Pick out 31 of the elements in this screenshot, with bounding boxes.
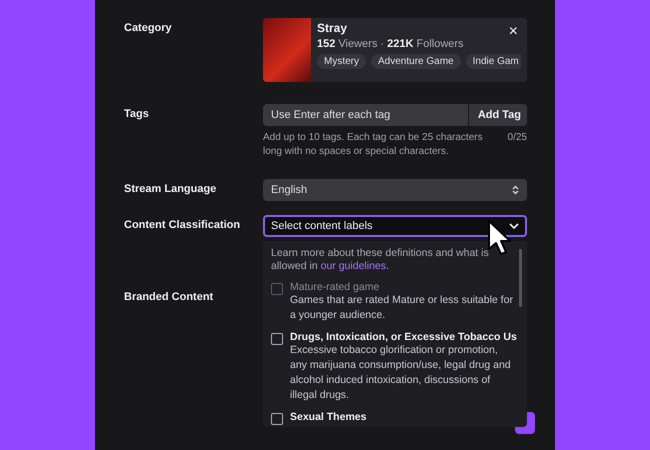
sort-arrows-icon <box>512 185 519 195</box>
intro-text: Learn more about these definitions and what is allowed in our guidelines. <box>271 247 490 273</box>
help-text: Add up to 10 tags. Each tag can be 25 characters long with no spaces or special characters. <box>263 131 483 159</box>
option-title: Sexual Themes <box>290 411 366 423</box>
field-label: Content Classification <box>124 218 242 233</box>
guidelines-link[interactable]: our guidelines <box>320 260 386 272</box>
tag-chip[interactable]: Adventure Game <box>371 54 461 69</box>
cursor-icon <box>487 219 513 257</box>
language-select[interactable]: English <box>263 179 527 201</box>
add-tag-button[interactable]: Add Tag <box>468 104 527 126</box>
photo-placeholder <box>263 18 311 82</box>
game-title: Stray <box>317 21 348 35</box>
option-description: Excessive tobacco glorification or promotion, any marijuana consumption/use, legal drug and alcohol induced intoxication, discussions of illegal drugs. <box>290 343 512 403</box>
field-label: Category <box>124 21 173 36</box>
checkbox[interactable] <box>271 413 283 425</box>
close-button[interactable]: × <box>506 24 521 40</box>
field-label: Stream Language <box>124 182 218 197</box>
field-label: Tags <box>124 107 150 122</box>
checkbox[interactable] <box>271 333 283 345</box>
content-labels-select[interactable]: Select content labels <box>263 215 527 237</box>
game-stats: 152 Viewers · 221K Followers <box>317 38 465 50</box>
scrollbar-thumb[interactable] <box>519 249 522 307</box>
tag-chip[interactable]: Indie Gam <box>466 54 521 69</box>
character-count: 0/25 <box>508 131 527 145</box>
option-description: Games that are rated Mature or less suitable for a younger audience. <box>290 293 514 323</box>
option-title: Mature-rated game <box>290 281 380 293</box>
tag-chip[interactable]: Mystery <box>317 54 366 69</box>
field-label: Branded Content <box>124 290 214 303</box>
tag-input-field[interactable]: Use Enter after each tag <box>263 104 468 126</box>
chevron-down-icon <box>509 223 519 229</box>
option-title: Drugs, Intoxication, or Excessive Tobacco Us <box>290 331 517 343</box>
